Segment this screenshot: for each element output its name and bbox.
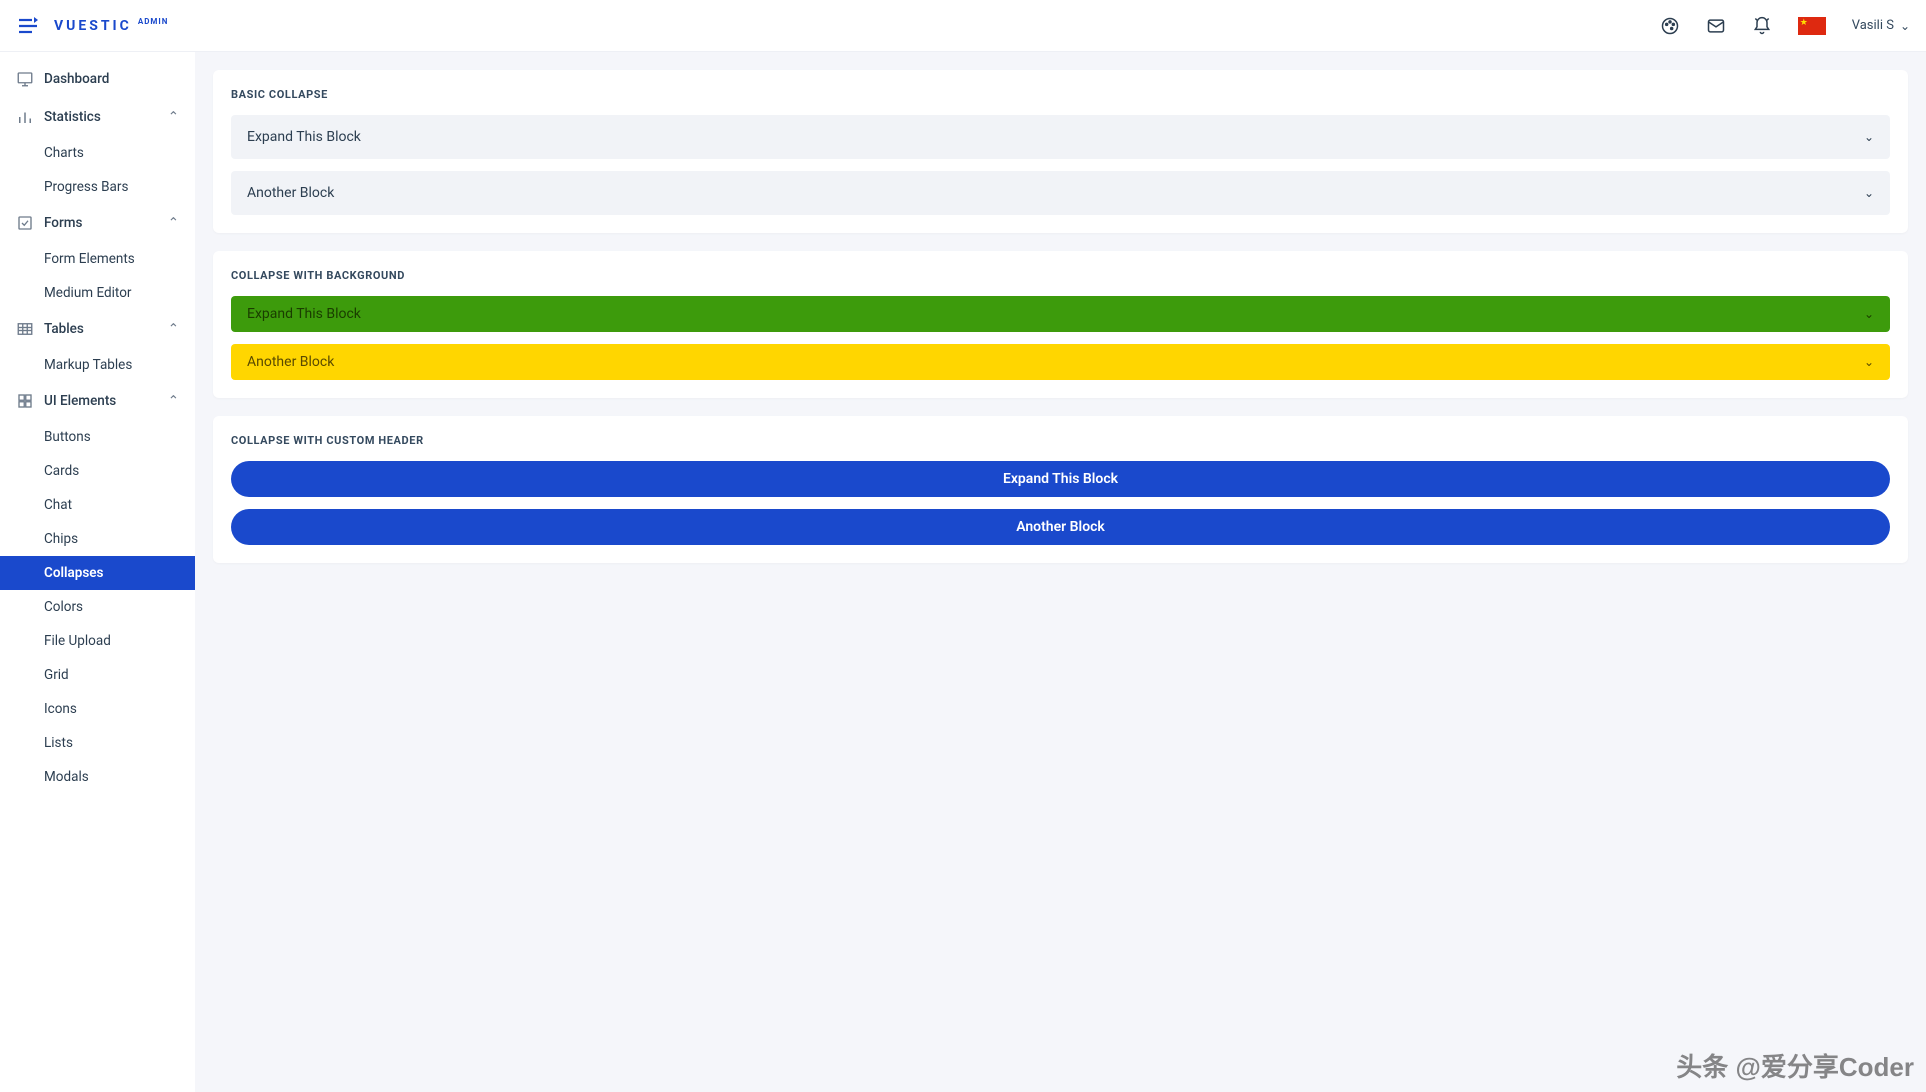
table-icon	[16, 320, 34, 338]
card-collapse-custom: COLLAPSE WITH CUSTOM HEADER Expand This …	[213, 416, 1908, 563]
collapse-expand-block[interactable]: Expand This Block ⌄	[231, 115, 1890, 159]
sidebar-item-chat[interactable]: Chat	[0, 488, 195, 522]
chevron-down-icon: ⌄	[1864, 186, 1874, 200]
sidebar-item-file-upload[interactable]: File Upload	[0, 624, 195, 658]
chevron-down-icon: ⌄	[1864, 130, 1874, 144]
sidebar-label: UI Elements	[44, 393, 116, 409]
user-name: Vasili S	[1852, 18, 1894, 33]
sidebar-item-grid[interactable]: Grid	[0, 658, 195, 692]
collapse-pill-another[interactable]: Another Block	[231, 509, 1890, 545]
card-title: COLLAPSE WITH CUSTOM HEADER	[231, 434, 1890, 447]
chevron-down-icon: ⌄	[1864, 307, 1874, 321]
collapse-another-block-yellow[interactable]: Another Block ⌄	[231, 344, 1890, 380]
sidebar-item-chips[interactable]: Chips	[0, 522, 195, 556]
card-collapse-bg: COLLAPSE WITH BACKGROUND Expand This Blo…	[213, 251, 1908, 398]
sidebar-item-modals[interactable]: Modals	[0, 760, 195, 794]
sidebar-item-cards[interactable]: Cards	[0, 454, 195, 488]
collapse-label: Another Block	[1016, 519, 1105, 535]
collapse-another-block[interactable]: Another Block ⌄	[231, 171, 1890, 215]
sidebar-item-icons[interactable]: Icons	[0, 692, 195, 726]
collapse-pill-expand[interactable]: Expand This Block	[231, 461, 1890, 497]
collapse-label: Another Block	[247, 185, 334, 201]
sidebar-item-dashboard[interactable]: Dashboard	[0, 60, 195, 98]
grid-icon	[16, 392, 34, 410]
logo-suffix: ADMIN	[138, 17, 169, 26]
logo[interactable]: VUESTIC ADMIN	[54, 18, 168, 34]
sidebar-item-tables[interactable]: Tables ⌃	[0, 310, 195, 348]
chevron-down-icon: ⌄	[1864, 355, 1874, 369]
palette-icon[interactable]	[1660, 16, 1680, 36]
sidebar-item-statistics[interactable]: Statistics ⌃	[0, 98, 195, 136]
sidebar-item-forms[interactable]: Forms ⌃	[0, 204, 195, 242]
sidebar: Dashboard Statistics ⌃ Charts Progress B…	[0, 52, 195, 1092]
chevron-up-icon: ⌃	[168, 109, 179, 125]
collapse-label: Expand This Block	[247, 306, 361, 322]
sidebar-label: Statistics	[44, 109, 101, 125]
user-menu[interactable]: Vasili S ⌄	[1852, 18, 1910, 33]
sidebar-label: Forms	[44, 215, 82, 231]
mail-icon[interactable]	[1706, 16, 1726, 36]
bell-icon[interactable]	[1752, 16, 1772, 36]
collapse-label: Another Block	[247, 354, 334, 370]
logo-text: VUESTIC	[54, 18, 132, 34]
content: BASIC COLLAPSE Expand This Block ⌄ Anoth…	[195, 52, 1926, 1092]
sidebar-label: Tables	[44, 321, 84, 337]
menu-toggle-icon[interactable]	[16, 14, 40, 38]
sidebar-item-progress-bars[interactable]: Progress Bars	[0, 170, 195, 204]
card-basic-collapse: BASIC COLLAPSE Expand This Block ⌄ Anoth…	[213, 70, 1908, 233]
sidebar-item-lists[interactable]: Lists	[0, 726, 195, 760]
chevron-up-icon: ⌃	[168, 393, 179, 409]
sidebar-item-collapses[interactable]: Collapses	[0, 556, 195, 590]
sidebar-item-buttons[interactable]: Buttons	[0, 420, 195, 454]
chart-icon	[16, 108, 34, 126]
chevron-up-icon: ⌃	[168, 321, 179, 337]
sidebar-item-medium-editor[interactable]: Medium Editor	[0, 276, 195, 310]
sidebar-item-charts[interactable]: Charts	[0, 136, 195, 170]
card-title: BASIC COLLAPSE	[231, 88, 1890, 101]
chevron-up-icon: ⌃	[168, 215, 179, 231]
dashboard-icon	[16, 70, 34, 88]
collapse-label: Expand This Block	[1003, 471, 1118, 487]
card-title: COLLAPSE WITH BACKGROUND	[231, 269, 1890, 282]
flag-cn[interactable]	[1798, 17, 1826, 35]
form-icon	[16, 214, 34, 232]
chevron-down-icon: ⌄	[1900, 19, 1910, 33]
sidebar-item-markup-tables[interactable]: Markup Tables	[0, 348, 195, 382]
collapse-label: Expand This Block	[247, 129, 361, 145]
sidebar-item-form-elements[interactable]: Form Elements	[0, 242, 195, 276]
sidebar-item-ui-elements[interactable]: UI Elements ⌃	[0, 382, 195, 420]
collapse-expand-block-green[interactable]: Expand This Block ⌄	[231, 296, 1890, 332]
sidebar-item-colors[interactable]: Colors	[0, 590, 195, 624]
topbar: VUESTIC ADMIN Vasili S ⌄	[0, 0, 1926, 52]
sidebar-label: Dashboard	[44, 71, 109, 87]
